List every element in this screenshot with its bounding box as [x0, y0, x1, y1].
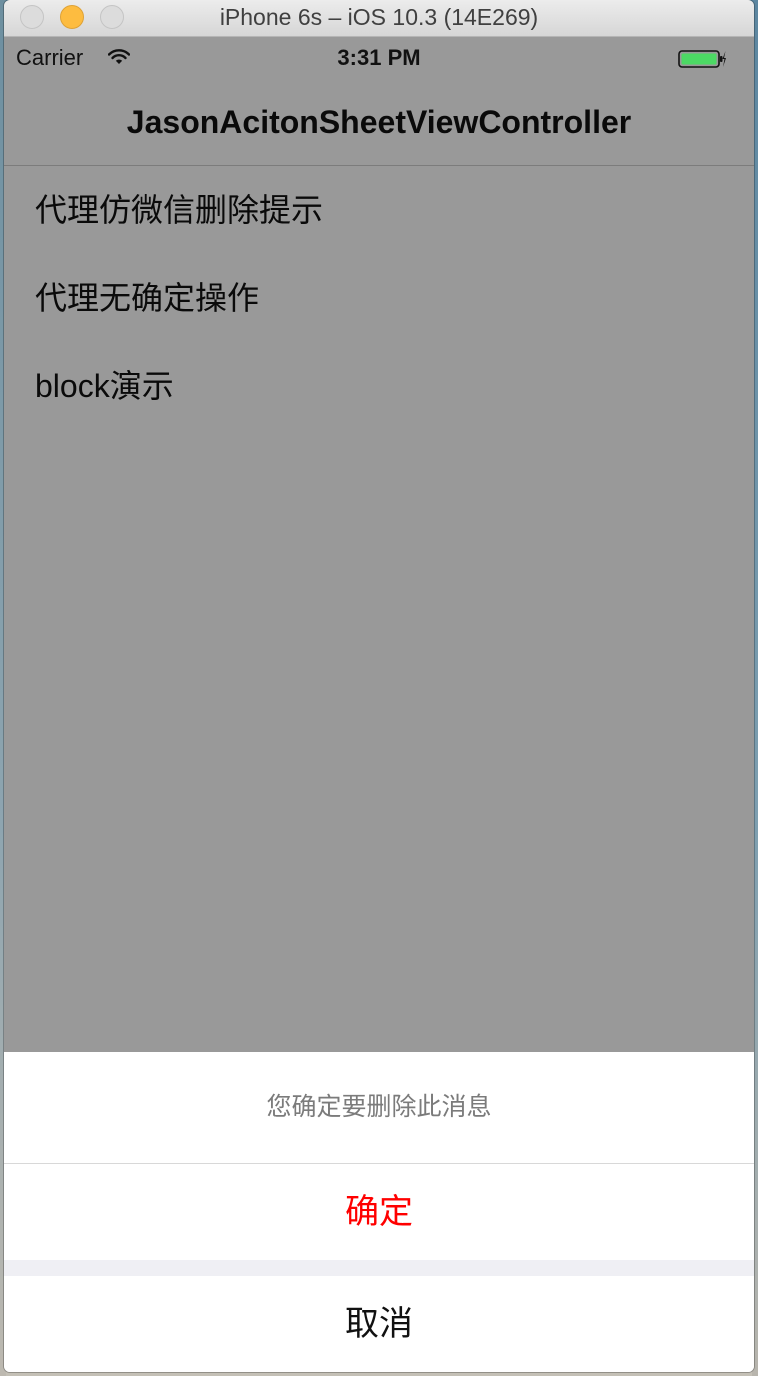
page-title: JasonAcitonSheetViewController	[126, 104, 632, 140]
navigation-bar: JasonAcitonSheetViewController	[4, 77, 754, 166]
menu-item-block-demo[interactable]: block演示	[4, 342, 754, 430]
action-sheet: 您确定要删除此消息 确定 取消	[4, 1052, 754, 1372]
device-screen: Carrier 3:31 PM JasonAcitonSheetViewCont…	[4, 37, 754, 1372]
confirm-button[interactable]: 确定	[4, 1164, 754, 1260]
battery-charging-icon	[678, 50, 726, 68]
menu-item-no-confirm[interactable]: 代理无确定操作	[4, 254, 754, 342]
status-bar: Carrier 3:31 PM	[4, 37, 754, 77]
simulator-window: iPhone 6s – iOS 10.3 (14E269) Carrier 3:…	[4, 0, 754, 1372]
cancel-button[interactable]: 取消	[4, 1276, 754, 1372]
window-title: iPhone 6s – iOS 10.3 (14E269)	[219, 4, 539, 30]
clock-label: 3:31 PM	[337, 45, 421, 70]
window-titlebar[interactable]: iPhone 6s – iOS 10.3 (14E269)	[4, 0, 754, 37]
menu-item-wechat-delete[interactable]: 代理仿微信删除提示	[4, 166, 754, 254]
demo-menu-list: 代理仿微信删除提示 代理无确定操作 block演示	[4, 166, 754, 430]
action-sheet-message: 您确定要删除此消息	[4, 1052, 754, 1164]
